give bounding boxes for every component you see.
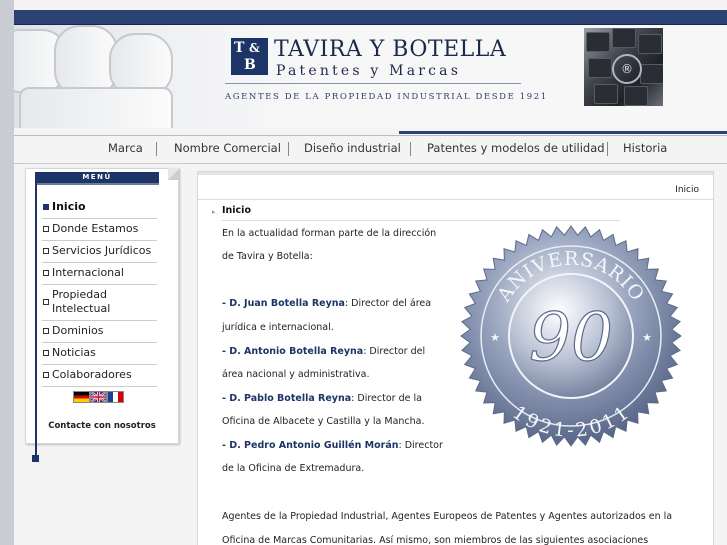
contact-link[interactable]: Contacte con nosotros	[26, 421, 178, 431]
person-name: - D. Pedro Antonio Guillén Morán	[222, 440, 399, 451]
sidebar-item-label: Dominios	[52, 324, 104, 337]
keyboard-key	[640, 64, 663, 84]
sidebar-item-propiedad-intelectual[interactable]: Propiedad Intelectual	[42, 285, 157, 321]
logo-ampersand: &	[249, 41, 260, 55]
sidebar-item-donde-estamos[interactable]: Donde Estamos	[42, 219, 157, 241]
nav-top-line	[14, 135, 727, 136]
menu-header: MENÚ	[35, 172, 159, 185]
bullet-icon	[43, 204, 49, 210]
person-role-line: de la Oficina de Extremadura.	[222, 463, 365, 474]
section-title: Inicio	[222, 205, 251, 216]
bullet-icon	[43, 226, 49, 232]
nav-separator	[607, 142, 608, 156]
seal-star-icon: ★	[490, 331, 500, 344]
breadcrumb[interactable]: Inicio	[675, 185, 699, 195]
site-title[interactable]: TAVIRA Y BOTELLA	[274, 37, 506, 62]
seal-star-icon: ★	[642, 331, 652, 344]
nav-item-diseno-industrial[interactable]: Diseño industrial	[304, 141, 401, 155]
keyboard-key	[594, 84, 618, 104]
sidebar-item-servicios-juridicos[interactable]: Servicios Jurídicos	[42, 241, 157, 263]
section-divider	[222, 220, 620, 221]
logo-mark[interactable]: T & B	[231, 38, 268, 75]
sidebar-item-noticias[interactable]: Noticias	[42, 343, 157, 365]
sidebar-item-label: Internacional	[52, 266, 124, 279]
breadcrumb-divider	[198, 199, 713, 200]
sidebar-item-label: Donde Estamos	[52, 222, 139, 235]
sidebar-item-colaboradores[interactable]: Colaboradores	[42, 365, 157, 387]
site-subtitle: Patentes y Marcas	[276, 63, 462, 79]
menu-rail-end	[32, 455, 39, 462]
blueprint-sheet-decoration	[19, 87, 173, 128]
nav-separator	[288, 142, 289, 156]
nav-item-patentes[interactable]: Patentes y modelos de utilidad	[427, 141, 605, 155]
person-role: : Director del	[363, 346, 426, 357]
uk-flag-icon[interactable]	[90, 391, 107, 403]
person-role-line: área nacional y administrativa.	[222, 369, 370, 380]
keyboard-key	[588, 58, 612, 78]
person-entry: - D. Pedro Antonio Guillén Morán: Direct…	[222, 440, 443, 451]
site-tagline: AGENTES DE LA PROPIEDAD INDUSTRIAL DESDE…	[225, 92, 548, 102]
person-role-line: Oficina de Albacete y Castilla y la Manc…	[222, 416, 425, 427]
top-bar	[14, 10, 727, 25]
sidebar-item-label: Noticias	[52, 346, 96, 359]
nav-item-marca[interactable]: Marca	[108, 141, 143, 155]
person-name: - D. Pablo Botella Reyna	[222, 393, 352, 404]
person-role: : Director	[398, 440, 443, 451]
bullet-icon	[43, 270, 49, 276]
person-role: : Director del área	[344, 298, 432, 309]
logo-letter-b: B	[244, 57, 256, 73]
nav-item-nombre-comercial[interactable]: Nombre Comercial	[174, 141, 281, 155]
sidebar-item-label: Colaboradores	[52, 368, 132, 381]
page-fold-decoration	[168, 168, 180, 180]
nav-accent-line	[399, 131, 727, 134]
sidebar: MENÚ Inicio Donde Estamos Servicios Jurí…	[25, 168, 180, 462]
keyboard-key	[624, 86, 648, 106]
bullet-icon	[43, 350, 49, 356]
sidebar-item-dominios[interactable]: Dominios	[42, 321, 157, 343]
anniversary-seal: ANIVERSARIO 1921-2011 90 ★ ★	[460, 225, 682, 447]
sidebar-item-label: Servicios Jurídicos	[52, 244, 152, 257]
nav-bottom-line	[14, 163, 727, 164]
person-entry: - D. Juan Botella Reyna: Director del ár…	[222, 298, 431, 309]
header-divider	[225, 83, 521, 84]
menu-rail	[35, 183, 37, 459]
nav-separator	[156, 142, 157, 156]
keyboard-key	[586, 32, 610, 52]
german-flag-icon[interactable]	[73, 391, 90, 403]
nav-item-historia[interactable]: Historia	[623, 141, 667, 155]
bullet-icon	[43, 372, 49, 378]
sidebar-item-label: Propiedad Intelectual	[52, 288, 111, 315]
person-role-line: jurídica e internacional.	[222, 322, 334, 333]
nav-separator	[410, 142, 411, 156]
sidebar-item-inicio[interactable]: Inicio	[42, 197, 157, 219]
bullet-icon	[43, 328, 49, 334]
sidebar-menu: Inicio Donde Estamos Servicios Jurídicos…	[42, 197, 157, 387]
intro-line: En la actualidad forman parte de la dire…	[222, 228, 437, 239]
person-entry: - D. Pablo Botella Reyna: Director de la	[222, 393, 422, 404]
keyboard-key	[612, 28, 636, 48]
logo-letter-t: T	[234, 40, 245, 56]
seal-number: 90	[529, 299, 613, 376]
header-banner: T & B TAVIRA Y BOTELLA Patentes y Marcas…	[14, 25, 727, 129]
person-name: - D. Juan Botella Reyna	[222, 298, 345, 309]
main-content: Inicio ▸ Inicio En la actualidad forman …	[197, 171, 714, 545]
french-flag-icon[interactable]	[107, 391, 124, 403]
sidebar-item-internacional[interactable]: Internacional	[42, 263, 157, 285]
sidebar-item-label: Inicio	[52, 200, 86, 213]
keyboard-photo: ®	[584, 28, 663, 106]
person-name: - D. Antonio Botella Reyna	[222, 346, 364, 357]
registered-trademark-icon: ®	[612, 54, 642, 84]
bullet-icon	[43, 299, 49, 305]
keyboard-key	[638, 34, 662, 54]
content-top-border	[198, 172, 713, 175]
intro-line: de Tavira y Botella:	[222, 251, 313, 262]
page: T & B TAVIRA Y BOTELLA Patentes y Marcas…	[14, 0, 727, 545]
person-entry: - D. Antonio Botella Reyna: Director del	[222, 346, 425, 357]
bullet-icon	[43, 248, 49, 254]
body-paragraph-line: Oficina de Marcas Comunitarias. Así mism…	[222, 535, 649, 545]
person-role: : Director de la	[351, 393, 422, 404]
section-arrow-icon: ▸	[212, 208, 216, 216]
body-paragraph-line: Agentes de la Propiedad Industrial, Agen…	[222, 511, 673, 522]
